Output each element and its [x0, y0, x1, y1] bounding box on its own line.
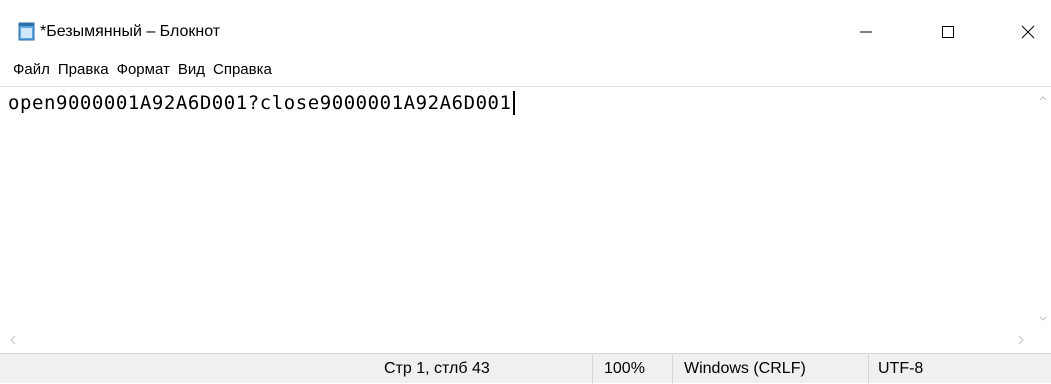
status-line-endings: Windows (CRLF): [684, 360, 806, 377]
status-divider: [592, 354, 593, 384]
close-icon: [1021, 25, 1035, 39]
menu-format[interactable]: Формат: [113, 58, 174, 82]
status-encoding: UTF-8: [878, 360, 924, 377]
text-editor[interactable]: open9000001A92A6D001?close9000001A92A6D0…: [0, 86, 1051, 329]
editor-text-line[interactable]: open9000001A92A6D001?close9000001A92A6D0…: [8, 91, 515, 115]
editor-content[interactable]: open9000001A92A6D001?close9000001A92A6D0…: [8, 92, 512, 114]
scroll-left-icon[interactable]: [4, 331, 21, 348]
menu-help[interactable]: Справка: [209, 58, 276, 82]
close-button[interactable]: [1005, 10, 1051, 54]
notepad-icon: [16, 21, 36, 41]
maximize-icon: [942, 26, 954, 38]
scroll-up-icon[interactable]: [1034, 89, 1051, 106]
menu-edit[interactable]: Правка: [54, 58, 113, 82]
title-bar[interactable]: *Безымянный – Блокнот: [0, 0, 1051, 56]
minimize-icon: [860, 26, 872, 38]
menu-bar: Файл Правка Формат Вид Справка: [0, 58, 1051, 82]
vertical-scrollbar[interactable]: [1034, 87, 1051, 329]
minimize-button[interactable]: [843, 10, 889, 54]
status-divider: [868, 354, 869, 384]
maximize-button[interactable]: [925, 10, 971, 54]
status-bar: Стр 1, стлб 43 100% Windows (CRLF) UTF-8: [0, 353, 1051, 384]
scroll-right-icon[interactable]: [1012, 331, 1029, 348]
status-zoom: 100%: [604, 360, 645, 377]
horizontal-scrollbar[interactable]: [0, 328, 1051, 352]
window-title: *Безымянный – Блокнот: [40, 23, 221, 40]
status-cursor-position: Стр 1, стлб 43: [384, 360, 490, 377]
status-divider: [672, 354, 673, 384]
menu-file[interactable]: Файл: [9, 58, 54, 82]
scroll-down-icon[interactable]: [1034, 310, 1051, 327]
text-caret: [512, 91, 515, 115]
notepad-window: *Безымянный – Блокнот Файл Правка Формат…: [0, 0, 1051, 384]
menu-view[interactable]: Вид: [174, 58, 209, 82]
